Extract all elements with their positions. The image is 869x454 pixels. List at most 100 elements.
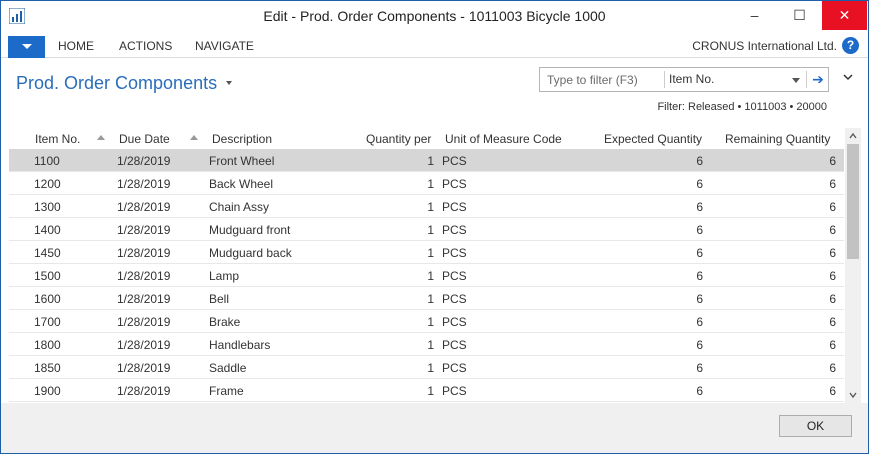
cell-expected-qty[interactable]: 6 [696,361,703,375]
table-row[interactable]: 1300 1/28/2019 Chain Assy 1 PCS 6 6 [9,195,844,218]
cell-due-date[interactable]: 1/28/2019 [117,338,170,352]
cell-description[interactable]: Lamp [209,269,239,283]
cell-remaining-qty[interactable]: 6 [829,154,836,168]
ok-button[interactable]: OK [779,415,852,437]
cell-due-date[interactable]: 1/28/2019 [117,315,170,329]
cell-description[interactable]: Mudguard front [209,223,290,237]
cell-remaining-qty[interactable]: 6 [829,292,836,306]
cell-due-date[interactable]: 1/28/2019 [117,200,170,214]
filter-apply-arrow-icon[interactable]: ➔ [808,68,828,91]
table-row[interactable]: 1800 1/28/2019 Handlebars 1 PCS 6 6 [9,333,844,356]
table-row[interactable]: 1600 1/28/2019 Bell 1 PCS 6 6 [9,287,844,310]
cell-remaining-qty[interactable]: 6 [829,384,836,398]
cell-uom[interactable]: PCS [442,246,467,260]
maximize-button[interactable]: ☐ [777,1,822,30]
cell-remaining-qty[interactable]: 6 [829,269,836,283]
cell-item-no[interactable]: 1450 [34,246,61,260]
cell-quantity-per[interactable]: 1 [427,177,434,191]
cell-quantity-per[interactable]: 1 [427,315,434,329]
cell-quantity-per[interactable]: 1 [427,292,434,306]
cell-uom[interactable]: PCS [442,269,467,283]
cell-due-date[interactable]: 1/28/2019 [117,292,170,306]
cell-quantity-per[interactable]: 1 [427,154,434,168]
column-header-quantity-per[interactable]: Quantity per [366,132,431,146]
cell-description[interactable]: Handlebars [209,338,270,352]
column-header-description[interactable]: Description [212,132,272,146]
company-name[interactable]: CRONUS International Ltd. [692,39,837,53]
cell-uom[interactable]: PCS [442,361,467,375]
cell-item-no[interactable]: 1500 [34,269,61,283]
filter-field-select[interactable]: Item No. [669,72,714,86]
cell-remaining-qty[interactable]: 6 [829,200,836,214]
column-header-unit-of-measure[interactable]: Unit of Measure Code [445,132,562,146]
cell-due-date[interactable]: 1/28/2019 [117,269,170,283]
cell-item-no[interactable]: 1700 [34,315,61,329]
cell-remaining-qty[interactable]: 6 [829,223,836,237]
cell-quantity-per[interactable]: 1 [427,223,434,237]
cell-uom[interactable]: PCS [442,223,467,237]
cell-due-date[interactable]: 1/28/2019 [117,384,170,398]
cell-quantity-per[interactable]: 1 [427,246,434,260]
cell-uom[interactable]: PCS [442,384,467,398]
cell-description[interactable]: Front Wheel [209,154,274,168]
cell-description[interactable]: Brake [209,315,240,329]
cell-due-date[interactable]: 1/28/2019 [117,177,170,191]
cell-expected-qty[interactable]: 6 [696,223,703,237]
cell-expected-qty[interactable]: 6 [696,200,703,214]
tab-actions[interactable]: ACTIONS [119,39,172,53]
application-menu-button[interactable] [8,36,45,58]
cell-description[interactable]: Back Wheel [209,177,273,191]
cell-due-date[interactable]: 1/28/2019 [117,246,170,260]
page-title[interactable]: Prod. Order Components [16,73,217,94]
cell-expected-qty[interactable]: 6 [696,269,703,283]
cell-item-no[interactable]: 1600 [34,292,61,306]
cell-quantity-per[interactable]: 1 [427,200,434,214]
cell-uom[interactable]: PCS [442,338,467,352]
tab-navigate[interactable]: NAVIGATE [195,39,254,53]
cell-uom[interactable]: PCS [442,292,467,306]
tab-home[interactable]: HOME [58,39,94,53]
filter-input[interactable] [540,68,664,91]
cell-uom[interactable]: PCS [442,315,467,329]
cell-due-date[interactable]: 1/28/2019 [117,154,170,168]
table-row[interactable]: 1700 1/28/2019 Brake 1 PCS 6 6 [9,310,844,333]
cell-quantity-per[interactable]: 1 [427,361,434,375]
cell-item-no[interactable]: 1400 [34,223,61,237]
cell-due-date[interactable]: 1/28/2019 [117,361,170,375]
cell-quantity-per[interactable]: 1 [427,269,434,283]
cell-remaining-qty[interactable]: 6 [829,315,836,329]
table-row[interactable]: 1100 1/28/2019 Front Wheel 1 PCS 6 6 [9,149,844,172]
cell-uom[interactable]: PCS [442,177,467,191]
table-row[interactable]: 1900 1/28/2019 Frame 1 PCS 6 6 [9,379,844,402]
scrollbar-thumb[interactable] [847,144,859,259]
scroll-down-arrow-icon[interactable] [849,391,857,399]
filter-field-dropdown-icon[interactable] [792,78,800,83]
vertical-scrollbar[interactable] [845,128,861,403]
column-header-expected-quantity[interactable]: Expected Quantity [604,132,702,146]
cell-remaining-qty[interactable]: 6 [829,177,836,191]
cell-description[interactable]: Frame [209,384,244,398]
cell-item-no[interactable]: 1200 [34,177,61,191]
cell-remaining-qty[interactable]: 6 [829,338,836,352]
cell-expected-qty[interactable]: 6 [696,177,703,191]
cell-remaining-qty[interactable]: 6 [829,246,836,260]
table-row[interactable]: 1500 1/28/2019 Lamp 1 PCS 6 6 [9,264,844,287]
column-header-due-date[interactable]: Due Date [119,132,170,146]
cell-expected-qty[interactable]: 6 [696,315,703,329]
close-button[interactable]: ✕ [822,1,867,30]
table-row[interactable]: 1850 1/28/2019 Saddle 1 PCS 6 6 [9,356,844,379]
cell-item-no[interactable]: 1800 [34,338,61,352]
table-row[interactable]: 1200 1/28/2019 Back Wheel 1 PCS 6 6 [9,172,844,195]
cell-description[interactable]: Chain Assy [209,200,269,214]
cell-description[interactable]: Bell [209,292,229,306]
cell-uom[interactable]: PCS [442,200,467,214]
cell-item-no[interactable]: 1100 [34,154,60,168]
column-header-item-no[interactable]: Item No. [35,132,80,146]
cell-description[interactable]: Mudguard back [209,246,292,260]
cell-quantity-per[interactable]: 1 [427,384,434,398]
cell-expected-qty[interactable]: 6 [696,338,703,352]
column-header-remaining-quantity[interactable]: Remaining Quantity [725,132,830,146]
cell-description[interactable]: Saddle [209,361,246,375]
cell-expected-qty[interactable]: 6 [696,384,703,398]
cell-quantity-per[interactable]: 1 [427,338,434,352]
